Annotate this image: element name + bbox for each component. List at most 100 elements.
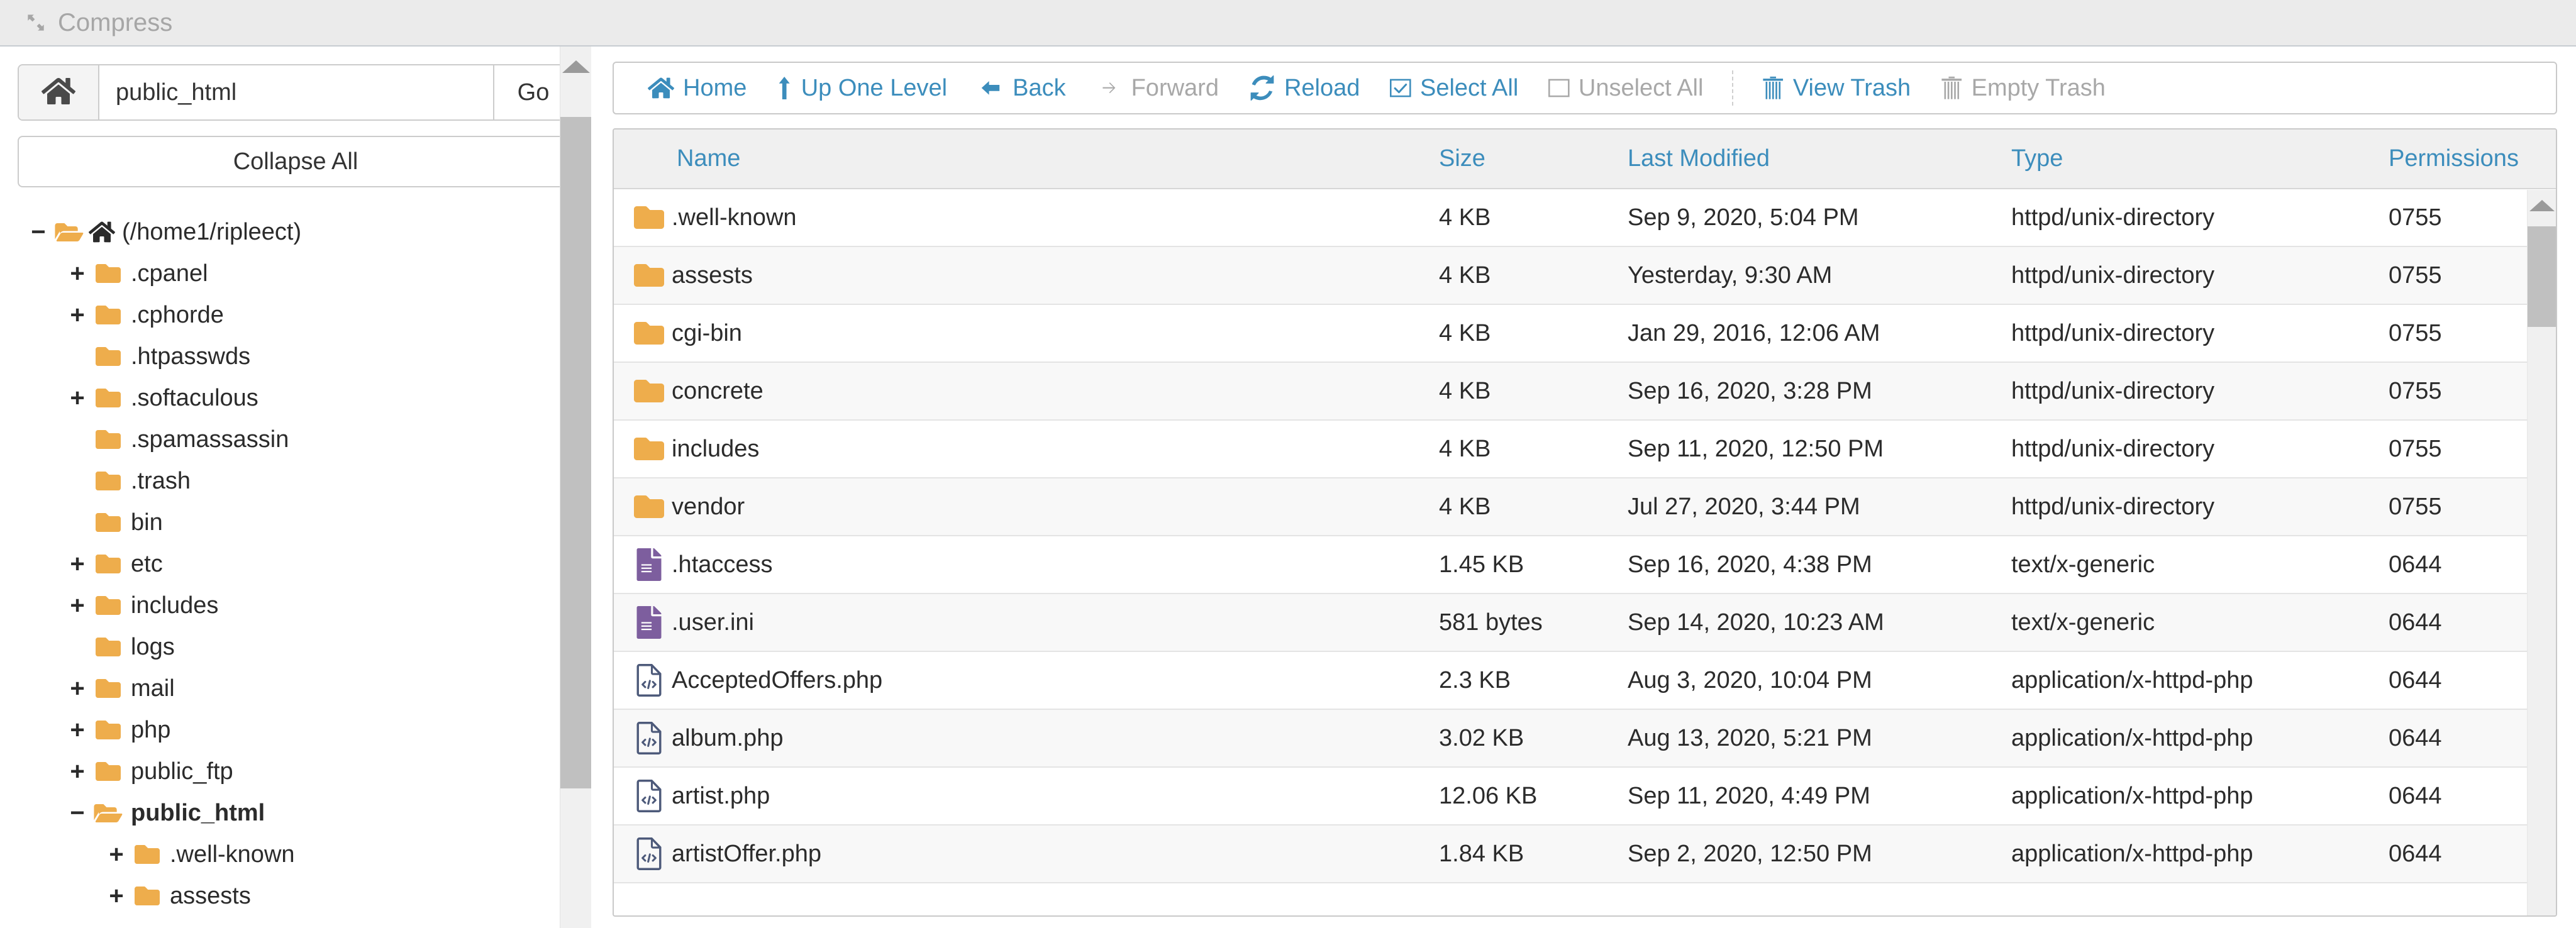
tree-item-softaculous[interactable]: + .softaculous (0, 377, 591, 419)
directory-tree: − (/home1/ripleect) + .cpanel + .cphorde .htpa… (0, 211, 591, 917)
file-row-icon-cell (614, 709, 672, 768)
text-file-icon (634, 606, 672, 639)
toolbar-select-all-button[interactable]: Select All (1375, 75, 1533, 102)
tree-expand-toggle-icon[interactable]: + (64, 385, 91, 411)
file-table-row[interactable]: cgi-bin 4 KB Jan 29, 2016, 12:06 AM httpd/u… (614, 304, 2556, 363)
file-table-row[interactable]: concrete 4 KB Sep 16, 2020, 3:28 PM httpd/u… (614, 362, 2556, 421)
tree-collapse-toggle-icon[interactable]: − (25, 219, 52, 245)
tree-expand-toggle-icon[interactable]: + (64, 593, 91, 618)
column-header-permissions[interactable]: Permissions (2389, 130, 2556, 189)
file-table-row[interactable]: .well-known 4 KB Sep 9, 2020, 5:04 PM httpd… (614, 189, 2556, 247)
tree-expand-toggle-icon[interactable]: + (64, 302, 91, 328)
file-list-scrollbar[interactable] (2527, 190, 2556, 915)
tree-expand-toggle-icon[interactable]: + (103, 842, 130, 867)
tree-item-home1-ripleect[interactable]: − (/home1/ripleect) (0, 211, 591, 253)
file-row-name: artist.php (672, 767, 1439, 826)
file-row-size: 4 KB (1439, 246, 1628, 305)
tree-expand-toggle-icon[interactable]: + (64, 551, 91, 577)
tree-item-label: php (131, 716, 171, 743)
tree-item-logs[interactable]: logs (0, 626, 591, 668)
tree-item-htpasswds[interactable]: .htpasswds (0, 336, 591, 377)
toolbar-item-label: Back (1013, 74, 1066, 101)
tree-expand-toggle-icon[interactable]: + (64, 261, 91, 286)
tree-item-label: .well-known (170, 841, 295, 868)
trash-icon (1762, 75, 1784, 101)
column-header-type[interactable]: Type (2011, 130, 2389, 189)
tree-expand-toggle-icon[interactable]: + (103, 883, 130, 909)
folder-icon (634, 490, 672, 523)
toolbar-home-button[interactable]: Home (633, 75, 762, 102)
folder-icon (91, 634, 126, 660)
tree-item-well-known[interactable]: + .well-known (0, 834, 591, 875)
file-row-name: AcceptedOffers.php (672, 651, 1439, 710)
column-header-name[interactable]: Name (672, 130, 1439, 189)
file-table-row[interactable]: assests 4 KB Yesterday, 9:30 AM httpd/unix-… (614, 246, 2556, 305)
scrollbar-thumb[interactable] (2528, 226, 2556, 327)
tree-item-public-ftp[interactable]: + public_ftp (0, 751, 591, 792)
column-header-size[interactable]: Size (1439, 130, 1628, 189)
file-row-type: httpd/unix-directory (2011, 362, 2389, 421)
file-table-row[interactable]: artist.php 12.06 KB Sep 11, 2020, 4:49 PM a… (614, 767, 2556, 826)
collapse-all-button[interactable]: Collapse All (18, 136, 574, 187)
scroll-up-arrow-icon[interactable] (562, 60, 590, 73)
file-row-last-modified: Yesterday, 9:30 AM (1628, 246, 2011, 305)
folder-icon (634, 433, 672, 465)
file-table-row[interactable]: .user.ini 581 bytes Sep 14, 2020, 10:23 AM… (614, 594, 2556, 652)
file-row-icon-cell (614, 651, 672, 710)
tree-expand-toggle-icon[interactable]: + (64, 759, 91, 784)
tree-expand-toggle-icon[interactable]: + (64, 676, 91, 701)
file-table-row[interactable]: AcceptedOffers.php 2.3 KB Aug 3, 2020, 10:… (614, 651, 2556, 710)
tree-item-cpanel[interactable]: + .cpanel (0, 253, 591, 294)
file-row-size: 1.84 KB (1439, 825, 1628, 883)
tree-item-etc[interactable]: + etc (0, 543, 591, 585)
scrollbar-thumb[interactable] (560, 117, 591, 788)
toolbar-unselect-all-button: Unselect All (1533, 75, 1718, 102)
folder-icon (634, 259, 672, 292)
tree-item-php[interactable]: + php (0, 709, 591, 751)
folder-icon (91, 427, 126, 452)
file-table-row[interactable]: artistOffer.php 1.84 KB Sep 2, 2020, 12:50… (614, 825, 2556, 883)
tree-home-button[interactable] (19, 65, 99, 119)
scroll-up-arrow-icon[interactable] (2529, 200, 2555, 211)
file-row-name: assests (672, 246, 1439, 305)
toolbar-up-one-level-button[interactable]: Up One Level (762, 75, 962, 102)
tree-item-mail[interactable]: + mail (0, 668, 591, 709)
file-row-size: 4 KB (1439, 189, 1628, 247)
file-table-row[interactable]: album.php 3.02 KB Aug 13, 2020, 5:21 PM app… (614, 709, 2556, 768)
toolbar-back-button[interactable]: Back (962, 75, 1080, 102)
tree-item-includes[interactable]: + includes (0, 585, 591, 626)
file-row-size: 4 KB (1439, 304, 1628, 363)
tree-item-spamassassin[interactable]: .spamassassin (0, 419, 591, 460)
sidebar-scrollbar[interactable] (560, 47, 591, 928)
file-table-row[interactable]: .htaccess 1.45 KB Sep 16, 2020, 4:38 PM tex… (614, 536, 2556, 594)
file-row-icon-cell (614, 420, 672, 478)
file-table-row[interactable]: includes 4 KB Sep 11, 2020, 12:50 PM httpd/… (614, 420, 2556, 478)
compress-button[interactable]: Compress (24, 10, 172, 35)
column-header-last-modified[interactable]: Last Modified (1628, 130, 2011, 189)
tree-item-public-html[interactable]: − public_html (0, 792, 591, 834)
arrow-up-icon (777, 75, 792, 101)
file-row-size: 12.06 KB (1439, 767, 1628, 826)
file-row-name: includes (672, 420, 1439, 478)
file-table-row[interactable]: vendor 4 KB Jul 27, 2020, 3:44 PM httpd/uni… (614, 478, 2556, 536)
path-input[interactable] (99, 65, 493, 119)
file-row-last-modified: Sep 11, 2020, 12:50 PM (1628, 420, 2011, 478)
tree-item-assests[interactable]: + assests (0, 875, 591, 917)
tree-expand-toggle-icon[interactable]: + (64, 717, 91, 743)
tree-item-cphorde[interactable]: + .cphorde (0, 294, 591, 336)
folder-icon (91, 510, 126, 535)
file-row-last-modified: Sep 11, 2020, 4:49 PM (1628, 767, 2011, 826)
folder-open-icon (91, 800, 126, 826)
tree-collapse-toggle-icon[interactable]: − (64, 800, 91, 826)
tree-item-label: .htpasswds (131, 343, 251, 370)
toolbar-reload-button[interactable]: Reload (1234, 75, 1375, 102)
toolbar-view-trash-button[interactable]: View Trash (1747, 75, 1926, 102)
tree-item-trash[interactable]: .trash (0, 460, 591, 502)
tree-item-bin[interactable]: bin (0, 502, 591, 543)
folder-icon (91, 385, 126, 411)
file-row-name: .well-known (672, 189, 1439, 247)
file-row-last-modified: Aug 13, 2020, 5:21 PM (1628, 709, 2011, 768)
file-row-icon-cell (614, 478, 672, 536)
file-row-type: httpd/unix-directory (2011, 304, 2389, 363)
tree-item-label: bin (131, 509, 163, 536)
